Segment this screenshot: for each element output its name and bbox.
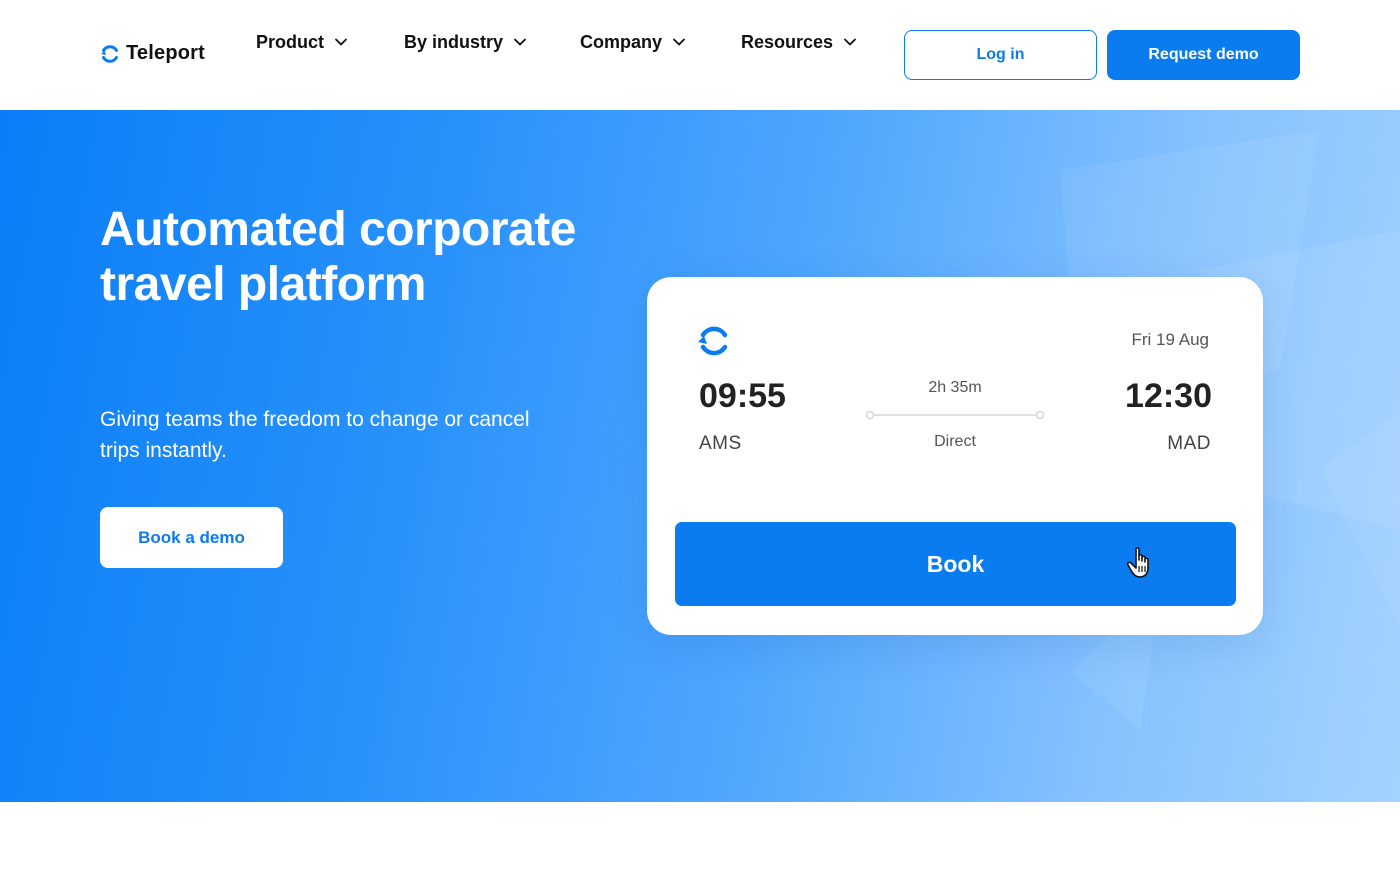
nav-product-label: Product (256, 31, 325, 52)
book-a-demo-button[interactable]: Book a demo (100, 507, 283, 568)
teleport-logo[interactable]: Teleport (100, 42, 205, 65)
arrival-time: 12:30 (1125, 377, 1212, 415)
site-header: Teleport Product By industry Company Res… (0, 0, 1400, 110)
nav-company[interactable]: Company (580, 32, 720, 53)
hero-subtitle: Giving teams the freedom to change or ca… (100, 408, 530, 462)
logo-wordmark: Teleport (126, 42, 206, 64)
nav-resources[interactable]: Resources (741, 32, 891, 53)
nav-by-industry[interactable]: By industry (404, 32, 564, 53)
login-button[interactable]: Log in (904, 30, 1097, 80)
flight-card: Fri 19 Aug 09:55 AMS 2h 35m Direct 12:30… (647, 277, 1263, 635)
request-demo-button[interactable]: Request demo (1107, 30, 1300, 80)
nav-by-industry-label: By industry (404, 31, 504, 52)
nav-company-label: Company (580, 31, 663, 52)
arrival-airport-code: MAD (1167, 433, 1211, 454)
chevron-down-icon (673, 38, 685, 46)
route-line (865, 410, 1045, 420)
hero-section: Automated corporate travel platform Givi… (0, 110, 1400, 802)
chevron-down-icon (844, 38, 856, 46)
next-section (0, 802, 1400, 870)
nav-product[interactable]: Product (256, 32, 348, 53)
nav-resources-label: Resources (741, 31, 834, 52)
hand-pointer-icon (1126, 547, 1149, 578)
next-section-heading-peek (690, 862, 1030, 870)
flight-date: Fri 19 Aug (1131, 330, 1210, 349)
teleport-logo-icon (101, 44, 118, 63)
teleport-logo-icon (698, 326, 728, 356)
hero-title: Automated corporate travel platform (100, 203, 576, 311)
chevron-down-icon (514, 38, 526, 46)
chevron-down-icon (335, 38, 347, 46)
